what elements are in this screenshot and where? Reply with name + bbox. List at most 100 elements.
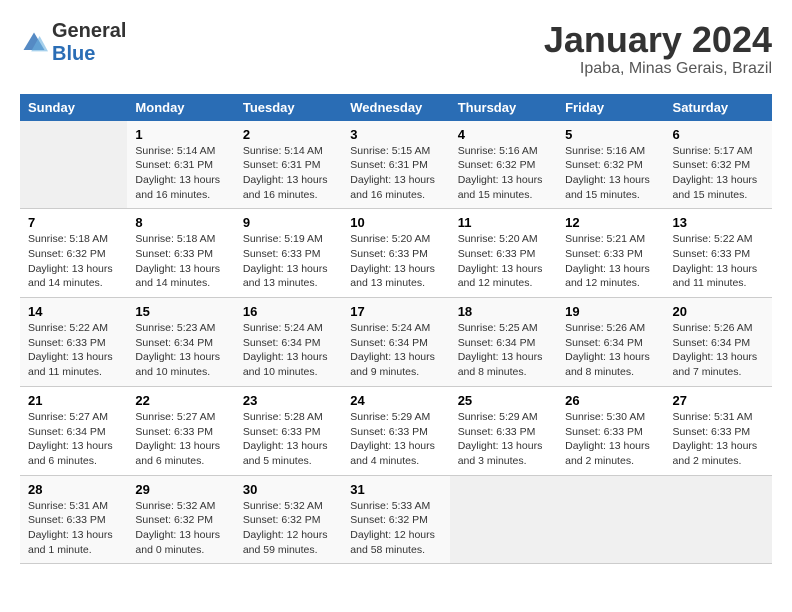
day-number: 14 xyxy=(28,304,119,319)
day-info: Sunrise: 5:24 AM Sunset: 6:34 PM Dayligh… xyxy=(243,321,334,380)
logo: General Blue xyxy=(20,20,126,66)
day-number: 18 xyxy=(458,304,549,319)
day-number: 28 xyxy=(28,482,119,497)
calendar-cell: 24 Sunrise: 5:29 AM Sunset: 6:33 PM Dayli… xyxy=(342,386,449,475)
logo-text: General Blue xyxy=(52,20,126,66)
day-number: 11 xyxy=(458,215,549,230)
day-info: Sunrise: 5:27 AM Sunset: 6:33 PM Dayligh… xyxy=(135,410,226,469)
day-info: Sunrise: 5:20 AM Sunset: 6:33 PM Dayligh… xyxy=(350,232,441,291)
calendar-cell xyxy=(557,475,664,564)
day-info: Sunrise: 5:17 AM Sunset: 6:32 PM Dayligh… xyxy=(673,144,764,203)
day-info: Sunrise: 5:32 AM Sunset: 6:32 PM Dayligh… xyxy=(243,499,334,558)
col-monday: Monday xyxy=(127,94,234,121)
calendar-cell xyxy=(450,475,557,564)
calendar-cell xyxy=(20,121,127,209)
day-info: Sunrise: 5:22 AM Sunset: 6:33 PM Dayligh… xyxy=(28,321,119,380)
week-row-1: 1Sunrise: 5:14 AM Sunset: 6:31 PM Daylig… xyxy=(20,121,772,209)
col-saturday: Saturday xyxy=(665,94,772,121)
day-info: Sunrise: 5:23 AM Sunset: 6:34 PM Dayligh… xyxy=(135,321,226,380)
day-number: 8 xyxy=(135,215,226,230)
calendar-cell: 22 Sunrise: 5:27 AM Sunset: 6:33 PM Dayli… xyxy=(127,386,234,475)
calendar-cell: 20 Sunrise: 5:26 AM Sunset: 6:34 PM Dayli… xyxy=(665,298,772,387)
day-info: Sunrise: 5:18 AM Sunset: 6:32 PM Dayligh… xyxy=(28,232,119,291)
calendar-cell: 21 Sunrise: 5:27 AM Sunset: 6:34 PM Dayli… xyxy=(20,386,127,475)
logo-icon xyxy=(20,29,48,57)
day-number: 25 xyxy=(458,393,549,408)
day-info: Sunrise: 5:27 AM Sunset: 6:34 PM Dayligh… xyxy=(28,410,119,469)
calendar-cell: 7 Sunrise: 5:18 AM Sunset: 6:32 PM Daylig… xyxy=(20,209,127,298)
day-number: 29 xyxy=(135,482,226,497)
location-subtitle: Ipaba, Minas Gerais, Brazil xyxy=(544,60,772,78)
day-number: 2 xyxy=(243,127,334,142)
day-number: 27 xyxy=(673,393,764,408)
week-row-3: 14 Sunrise: 5:22 AM Sunset: 6:33 PM Dayli… xyxy=(20,298,772,387)
day-number: 31 xyxy=(350,482,441,497)
calendar-cell: 29 Sunrise: 5:32 AM Sunset: 6:32 PM Dayli… xyxy=(127,475,234,564)
calendar-table: Sunday Monday Tuesday Wednesday Thursday… xyxy=(20,94,772,565)
day-number: 13 xyxy=(673,215,764,230)
day-info: Sunrise: 5:16 AM Sunset: 6:32 PM Dayligh… xyxy=(565,144,656,203)
calendar-cell: 16 Sunrise: 5:24 AM Sunset: 6:34 PM Dayli… xyxy=(235,298,342,387)
col-thursday: Thursday xyxy=(450,94,557,121)
calendar-cell: 3 Sunrise: 5:15 AM Sunset: 6:31 PM Daylig… xyxy=(342,121,449,209)
day-info: Sunrise: 5:26 AM Sunset: 6:34 PM Dayligh… xyxy=(673,321,764,380)
day-info: Sunrise: 5:19 AM Sunset: 6:33 PM Dayligh… xyxy=(243,232,334,291)
col-sunday: Sunday xyxy=(20,94,127,121)
calendar-cell xyxy=(665,475,772,564)
day-info: Sunrise: 5:20 AM Sunset: 6:33 PM Dayligh… xyxy=(458,232,549,291)
day-info: Sunrise: 5:33 AM Sunset: 6:32 PM Dayligh… xyxy=(350,499,441,558)
day-number: 21 xyxy=(28,393,119,408)
day-number: 30 xyxy=(243,482,334,497)
day-info: Sunrise: 5:29 AM Sunset: 6:33 PM Dayligh… xyxy=(458,410,549,469)
day-info: Sunrise: 5:15 AM Sunset: 6:31 PM Dayligh… xyxy=(350,144,441,203)
day-number: 9 xyxy=(243,215,334,230)
calendar-cell: 14 Sunrise: 5:22 AM Sunset: 6:33 PM Dayli… xyxy=(20,298,127,387)
title-area: January 2024 Ipaba, Minas Gerais, Brazil xyxy=(544,20,772,78)
logo-general: General xyxy=(52,20,126,42)
col-wednesday: Wednesday xyxy=(342,94,449,121)
day-number: 16 xyxy=(243,304,334,319)
day-info: Sunrise: 5:25 AM Sunset: 6:34 PM Dayligh… xyxy=(458,321,549,380)
day-number: 26 xyxy=(565,393,656,408)
calendar-cell: 23Sunrise: 5:28 AM Sunset: 6:33 PM Dayli… xyxy=(235,386,342,475)
day-info: Sunrise: 5:29 AM Sunset: 6:33 PM Dayligh… xyxy=(350,410,441,469)
calendar-cell: 28 Sunrise: 5:31 AM Sunset: 6:33 PM Dayli… xyxy=(20,475,127,564)
calendar-cell: 26 Sunrise: 5:30 AM Sunset: 6:33 PM Dayli… xyxy=(557,386,664,475)
calendar-cell: 25 Sunrise: 5:29 AM Sunset: 6:33 PM Dayli… xyxy=(450,386,557,475)
day-number: 22 xyxy=(135,393,226,408)
calendar-cell: 17Sunrise: 5:24 AM Sunset: 6:34 PM Dayli… xyxy=(342,298,449,387)
day-info: Sunrise: 5:28 AM Sunset: 6:33 PM Dayligh… xyxy=(243,410,334,469)
calendar-body: 1Sunrise: 5:14 AM Sunset: 6:31 PM Daylig… xyxy=(20,121,772,564)
calendar-cell: 4Sunrise: 5:16 AM Sunset: 6:32 PM Daylig… xyxy=(450,121,557,209)
day-number: 10 xyxy=(350,215,441,230)
week-row-2: 7 Sunrise: 5:18 AM Sunset: 6:32 PM Daylig… xyxy=(20,209,772,298)
day-number: 3 xyxy=(350,127,441,142)
day-number: 12 xyxy=(565,215,656,230)
day-number: 20 xyxy=(673,304,764,319)
day-info: Sunrise: 5:21 AM Sunset: 6:33 PM Dayligh… xyxy=(565,232,656,291)
day-number: 24 xyxy=(350,393,441,408)
day-info: Sunrise: 5:32 AM Sunset: 6:32 PM Dayligh… xyxy=(135,499,226,558)
day-number: 7 xyxy=(28,215,119,230)
day-number: 17 xyxy=(350,304,441,319)
calendar-cell: 30 Sunrise: 5:32 AM Sunset: 6:32 PM Dayli… xyxy=(235,475,342,564)
calendar-header: Sunday Monday Tuesday Wednesday Thursday… xyxy=(20,94,772,121)
calendar-cell: 6Sunrise: 5:17 AM Sunset: 6:32 PM Daylig… xyxy=(665,121,772,209)
header-row: Sunday Monday Tuesday Wednesday Thursday… xyxy=(20,94,772,121)
month-title: January 2024 xyxy=(544,20,772,60)
day-info: Sunrise: 5:14 AM Sunset: 6:31 PM Dayligh… xyxy=(243,144,334,203)
calendar-cell: 10 Sunrise: 5:20 AM Sunset: 6:33 PM Dayli… xyxy=(342,209,449,298)
day-info: Sunrise: 5:16 AM Sunset: 6:32 PM Dayligh… xyxy=(458,144,549,203)
day-info: Sunrise: 5:31 AM Sunset: 6:33 PM Dayligh… xyxy=(28,499,119,558)
day-info: Sunrise: 5:30 AM Sunset: 6:33 PM Dayligh… xyxy=(565,410,656,469)
calendar-cell: 1Sunrise: 5:14 AM Sunset: 6:31 PM Daylig… xyxy=(127,121,234,209)
week-row-5: 28 Sunrise: 5:31 AM Sunset: 6:33 PM Dayli… xyxy=(20,475,772,564)
col-tuesday: Tuesday xyxy=(235,94,342,121)
calendar-cell: 2 Sunrise: 5:14 AM Sunset: 6:31 PM Daylig… xyxy=(235,121,342,209)
day-number: 19 xyxy=(565,304,656,319)
day-number: 15 xyxy=(135,304,226,319)
calendar-cell: 8Sunrise: 5:18 AM Sunset: 6:33 PM Daylig… xyxy=(127,209,234,298)
day-info: Sunrise: 5:31 AM Sunset: 6:33 PM Dayligh… xyxy=(673,410,764,469)
day-number: 5 xyxy=(565,127,656,142)
calendar-cell: 19Sunrise: 5:26 AM Sunset: 6:34 PM Dayli… xyxy=(557,298,664,387)
